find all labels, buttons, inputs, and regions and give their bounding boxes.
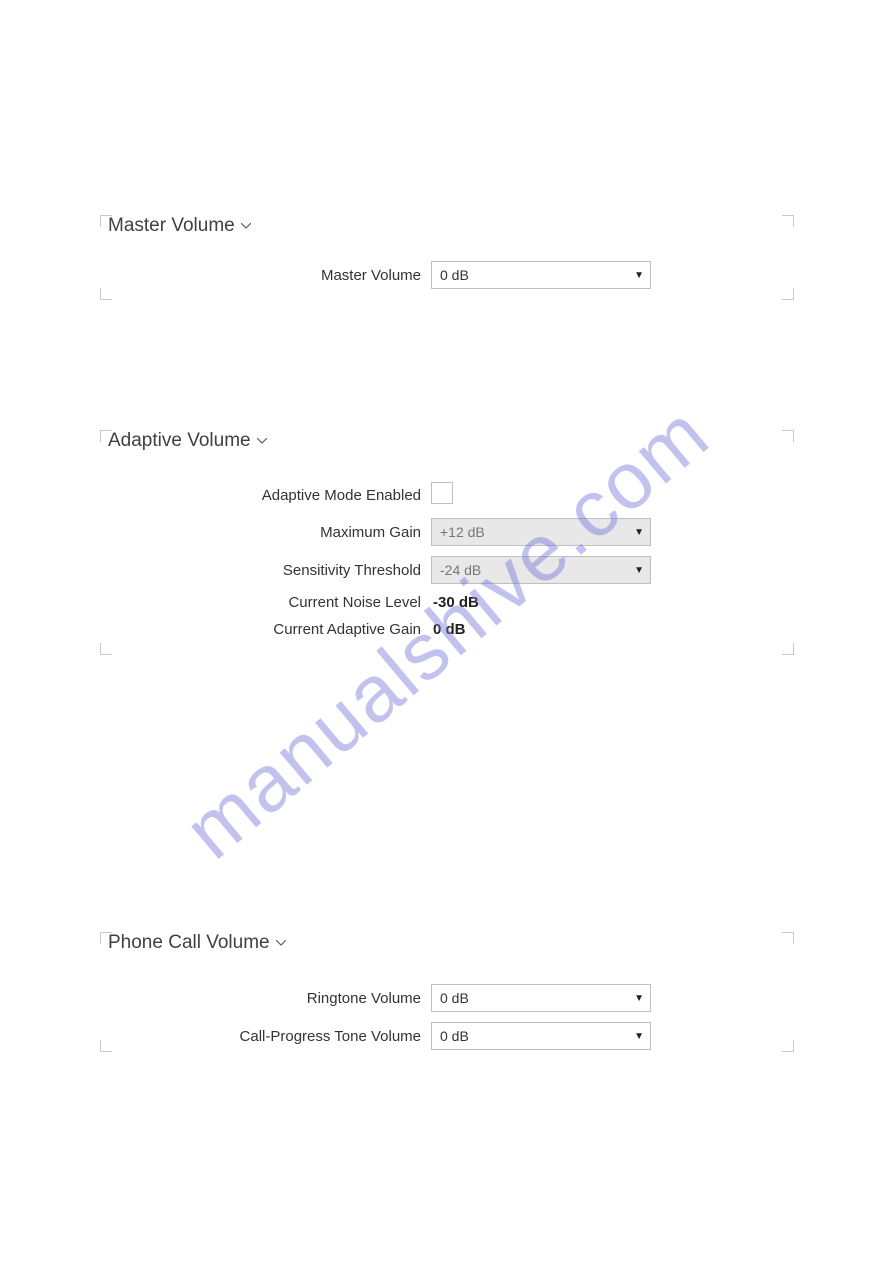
- noise-level-label: Current Noise Level: [108, 594, 431, 611]
- bracket-decor: [100, 288, 112, 300]
- bracket-decor: [782, 643, 794, 655]
- ringtone-row: Ringtone Volume 0 dB ▼: [108, 984, 786, 1012]
- adaptive-gain-value: 0 dB: [431, 621, 466, 638]
- caret-down-icon: ▼: [634, 565, 644, 576]
- master-volume-row: Master Volume 0 dB ▼: [108, 261, 786, 289]
- max-gain-row: Maximum Gain +12 dB ▼: [108, 518, 786, 546]
- chevron-down-icon: [241, 223, 251, 229]
- select-value: 0 dB: [440, 267, 469, 283]
- bracket-decor: [782, 215, 794, 227]
- caret-down-icon: ▼: [634, 527, 644, 538]
- adaptive-mode-row: Adaptive Mode Enabled: [108, 482, 786, 508]
- section-title-text: Adaptive Volume: [108, 430, 251, 452]
- bracket-decor: [100, 643, 112, 655]
- chevron-down-icon: [276, 940, 286, 946]
- bracket-decor: [782, 288, 794, 300]
- call-progress-row: Call-Progress Tone Volume 0 dB ▼: [108, 1022, 786, 1050]
- bracket-decor: [782, 1040, 794, 1052]
- max-gain-label: Maximum Gain: [108, 524, 431, 541]
- section-header-adaptive[interactable]: Adaptive Volume: [108, 430, 786, 460]
- phone-call-volume-section: Phone Call Volume Ringtone Volume 0 dB ▼…: [108, 932, 786, 1052]
- master-volume-label: Master Volume: [108, 267, 431, 284]
- select-value: -24 dB: [440, 562, 481, 578]
- bracket-decor: [782, 430, 794, 442]
- adaptive-gain-label: Current Adaptive Gain: [108, 621, 431, 638]
- call-progress-label: Call-Progress Tone Volume: [108, 1028, 431, 1045]
- master-volume-select[interactable]: 0 dB ▼: [431, 261, 651, 289]
- noise-level-value: -30 dB: [431, 594, 479, 611]
- ringtone-label: Ringtone Volume: [108, 990, 431, 1007]
- adaptive-mode-checkbox[interactable]: [431, 482, 453, 504]
- bracket-decor: [100, 932, 112, 944]
- section-header-phone[interactable]: Phone Call Volume: [108, 932, 786, 962]
- bracket-decor: [100, 1040, 112, 1052]
- ringtone-select[interactable]: 0 dB ▼: [431, 984, 651, 1012]
- caret-down-icon: ▼: [634, 270, 644, 281]
- sensitivity-row: Sensitivity Threshold -24 dB ▼: [108, 556, 786, 584]
- sensitivity-select[interactable]: -24 dB ▼: [431, 556, 651, 584]
- bracket-decor: [100, 215, 112, 227]
- bracket-decor: [782, 932, 794, 944]
- section-title-text: Master Volume: [108, 215, 235, 237]
- master-volume-section: Master Volume Master Volume 0 dB ▼: [108, 215, 786, 300]
- adaptive-gain-row: Current Adaptive Gain 0 dB: [108, 621, 786, 638]
- bracket-decor: [100, 430, 112, 442]
- section-header-master[interactable]: Master Volume: [108, 215, 786, 245]
- call-progress-select[interactable]: 0 dB ▼: [431, 1022, 651, 1050]
- sensitivity-label: Sensitivity Threshold: [108, 562, 431, 579]
- section-title-text: Phone Call Volume: [108, 932, 270, 954]
- chevron-down-icon: [257, 438, 267, 444]
- select-value: +12 dB: [440, 524, 485, 540]
- select-value: 0 dB: [440, 990, 469, 1006]
- select-value: 0 dB: [440, 1028, 469, 1044]
- caret-down-icon: ▼: [634, 1031, 644, 1042]
- noise-level-row: Current Noise Level -30 dB: [108, 594, 786, 611]
- adaptive-volume-section: Adaptive Volume Adaptive Mode Enabled Ma…: [108, 430, 786, 655]
- caret-down-icon: ▼: [634, 993, 644, 1004]
- adaptive-mode-label: Adaptive Mode Enabled: [108, 487, 431, 504]
- max-gain-select[interactable]: +12 dB ▼: [431, 518, 651, 546]
